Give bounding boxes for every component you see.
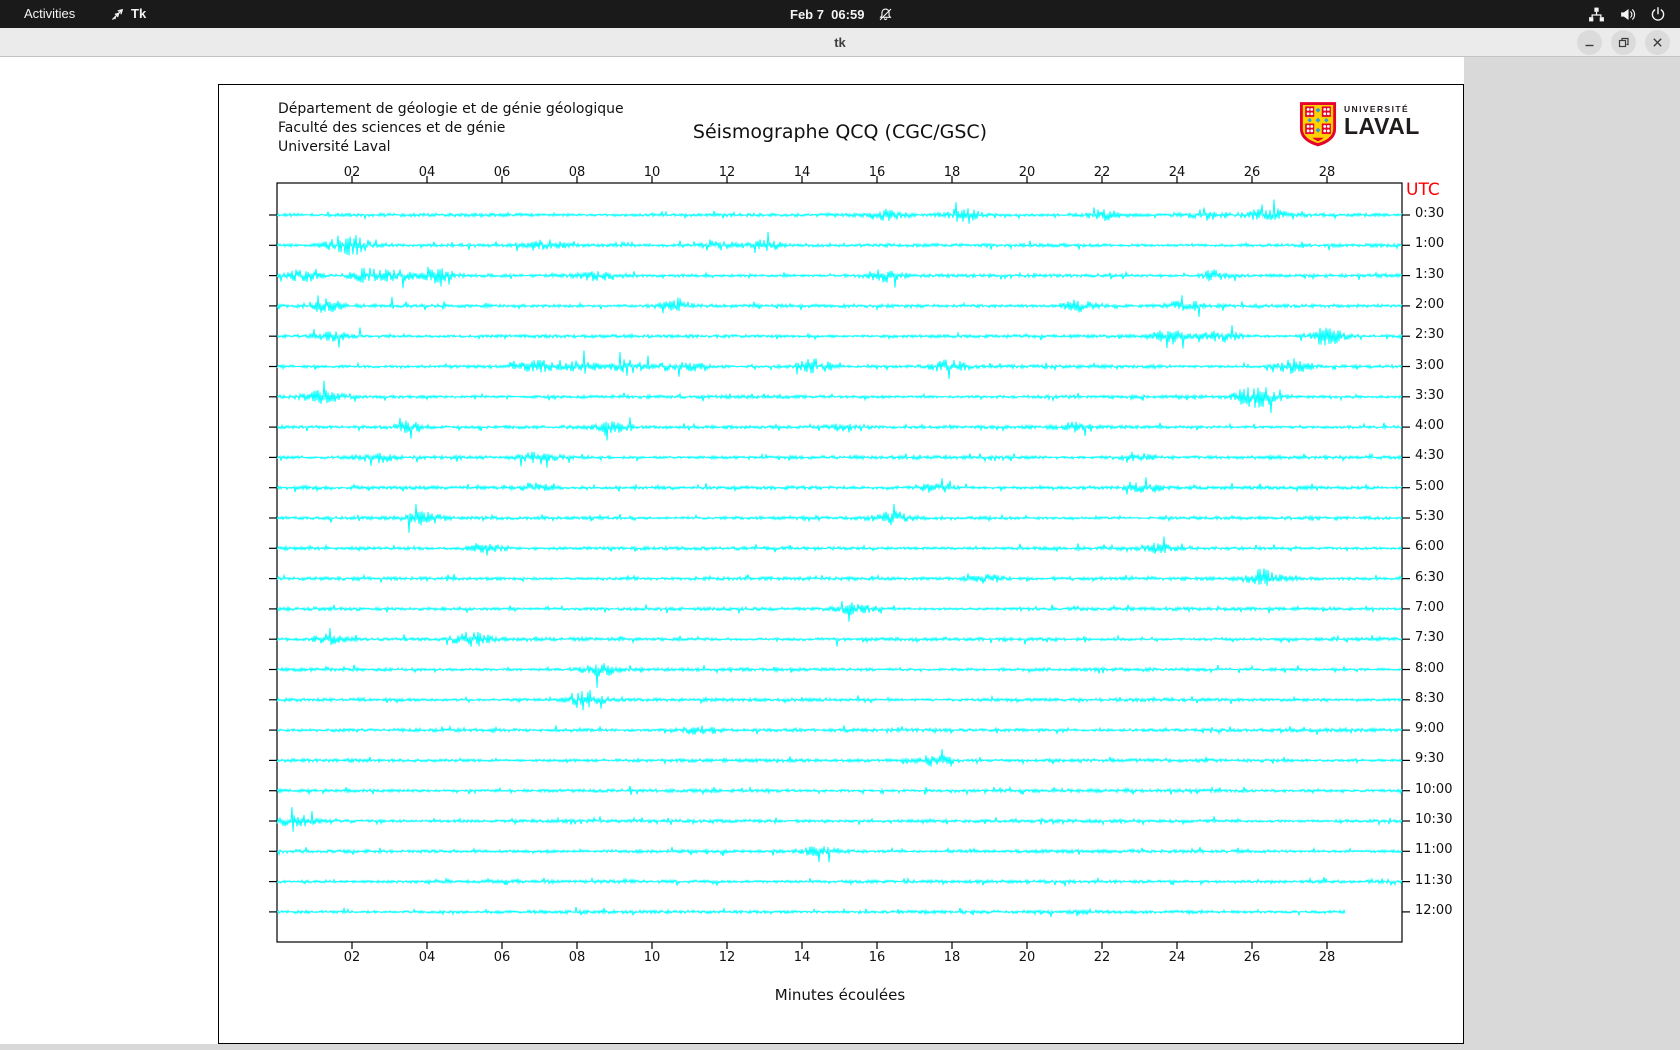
x-tick-label: 16: [868, 950, 886, 965]
utc-time-label: 10:30: [1415, 812, 1453, 827]
seismogram-trace: [276, 689, 1403, 711]
seismogram-trace: [276, 380, 1403, 414]
x-tick-label: 10: [643, 165, 661, 180]
seismogram-trace: [276, 295, 1403, 318]
clock-group[interactable]: Feb 7 06:59: [790, 0, 893, 28]
seismogram-trace: [276, 231, 1403, 256]
seismogram-trace: [276, 325, 1403, 349]
utc-time-label: 3:30: [1415, 387, 1445, 403]
utc-time-label: 11:00: [1415, 842, 1453, 858]
utc-time-label: 6:00: [1415, 539, 1445, 555]
seismogram-trace: [276, 724, 1403, 736]
plot-box: [276, 182, 1403, 943]
seismogram-trace: [276, 806, 1403, 832]
system-status-area[interactable]: [1588, 0, 1666, 28]
restore-button[interactable]: [1611, 30, 1636, 55]
seismogram-trace: [276, 749, 1403, 767]
utc-time-label: 4:30: [1415, 448, 1445, 464]
x-tick-label: 18: [943, 950, 961, 965]
x-tick-label: 24: [1168, 950, 1186, 965]
x-tick-label: 14: [793, 950, 811, 965]
x-tick-label: 26: [1243, 165, 1261, 180]
utc-time-label: 5:00: [1415, 478, 1445, 494]
seismogram-trace: [276, 417, 1403, 441]
x-tick-label: 14: [793, 165, 811, 180]
seismogram-trace: [276, 906, 1346, 917]
seismogram-trace: [276, 350, 1403, 380]
utc-time-label: 8:00: [1415, 660, 1445, 676]
x-tick-label: 10: [643, 950, 661, 965]
clock-label: Feb 7 06:59: [790, 6, 865, 22]
x-tick-label: 20: [1018, 950, 1036, 965]
utc-time-label: 10:00: [1415, 781, 1453, 797]
seismogram-trace: [276, 876, 1403, 887]
seismogram-trace: [276, 663, 1403, 688]
x-tick-label: 02: [343, 165, 361, 180]
close-button[interactable]: [1645, 30, 1670, 55]
seismogram-trace: [276, 451, 1403, 468]
x-tick-label: 20: [1018, 165, 1036, 180]
seismogram-trace: [276, 600, 1403, 622]
utc-time-label: 5:30: [1415, 509, 1445, 524]
seismogram-trace: [276, 199, 1403, 224]
utc-time-label: 11:30: [1415, 872, 1453, 888]
seismogram-trace: [276, 266, 1403, 289]
seismogram-trace: [276, 846, 1403, 863]
volume-icon: [1619, 6, 1636, 23]
screen: Activities Tk Feb 7 06:59 tk Département…: [0, 0, 1680, 1050]
window-titlebar[interactable]: tk: [0, 28, 1680, 57]
x-tick-label: 08: [568, 165, 586, 180]
x-tick-label: 04: [418, 950, 436, 965]
tk-feather-icon: [110, 7, 125, 22]
focused-app-menu[interactable]: Tk: [110, 0, 146, 28]
window-title: tk: [834, 35, 846, 50]
utc-time-label: 1:30: [1415, 266, 1445, 282]
seismogram-trace: [276, 568, 1403, 587]
utc-time-label: 0:30: [1415, 206, 1445, 221]
gnome-top-bar: Activities Tk Feb 7 06:59: [0, 0, 1680, 28]
seismogram-trace: [276, 628, 1403, 647]
utc-time-label: 2:00: [1415, 296, 1445, 312]
x-tick-label: 12: [718, 165, 736, 180]
utc-time-label: 1:00: [1415, 236, 1445, 252]
seismograph-plot: [269, 176, 1410, 949]
notifications-muted-icon: [878, 7, 893, 22]
seismogram-trace: [276, 503, 1403, 533]
seismogram-trace: [276, 536, 1403, 556]
utc-time-label: 7:30: [1415, 630, 1445, 646]
wired-network-icon: [1588, 6, 1605, 23]
power-icon: [1650, 6, 1666, 22]
app-menu-label: Tk: [131, 6, 147, 21]
x-tick-label: 26: [1243, 950, 1261, 965]
x-tick-label: 22: [1093, 165, 1111, 180]
utc-time-label: 6:30: [1415, 569, 1445, 585]
utc-time-label: 9:30: [1415, 751, 1445, 767]
seismogram-trace: [276, 785, 1403, 796]
utc-time-label: 3:00: [1415, 357, 1445, 373]
x-tick-label: 22: [1093, 950, 1111, 965]
minimize-button[interactable]: [1577, 30, 1602, 55]
x-tick-label: 08: [568, 950, 586, 965]
utc-time-label: 7:00: [1415, 599, 1445, 615]
seismogram-trace: [276, 477, 1403, 495]
x-tick-label: 12: [718, 950, 736, 965]
x-tick-label: 02: [343, 950, 361, 965]
x-tick-label: 24: [1168, 165, 1186, 180]
utc-time-label: 9:00: [1415, 721, 1445, 737]
utc-time-label: 4:00: [1415, 418, 1445, 434]
utc-time-label: 12:00: [1415, 902, 1453, 918]
x-tick-label: 04: [418, 165, 436, 180]
x-tick-label: 06: [493, 165, 511, 180]
x-tick-label: 28: [1318, 165, 1336, 180]
x-tick-label: 06: [493, 950, 511, 965]
activities-button[interactable]: Activities: [16, 0, 83, 28]
x-tick-label: 16: [868, 165, 886, 180]
utc-time-label: 8:30: [1415, 690, 1445, 706]
x-tick-label: 18: [943, 165, 961, 180]
utc-time-label: 2:30: [1415, 327, 1445, 343]
x-tick-label: 28: [1318, 950, 1336, 965]
